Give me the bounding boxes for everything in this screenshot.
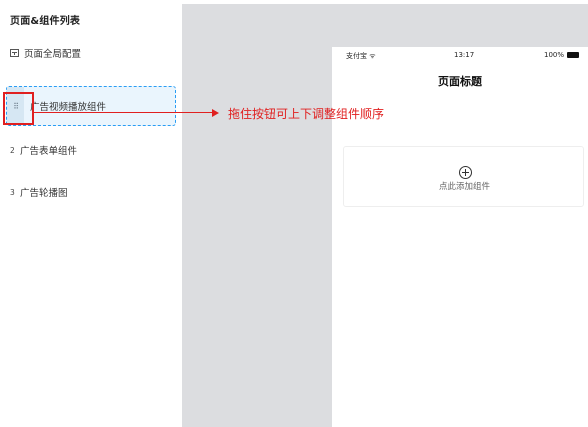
phone-preview: 支付宝 ᯤ 13:17 100% 页面标题 点此添加组件 bbox=[332, 47, 588, 427]
battery-icon bbox=[567, 52, 580, 58]
component-list-panel: 页面&组件列表 页面全局配置 ⠿ 广告视频播放组件 2 广告表单组件 3 广告轮… bbox=[0, 0, 182, 427]
list-item-number: 3 bbox=[10, 187, 15, 197]
global-config-item[interactable]: 页面全局配置 bbox=[10, 46, 81, 60]
drag-handle-icon[interactable]: ⠿ bbox=[7, 87, 24, 125]
add-component-label: 点此添加组件 bbox=[438, 182, 490, 192]
page-config-icon bbox=[10, 49, 19, 57]
list-item-label: 广告视频播放组件 bbox=[30, 102, 107, 113]
annotation-arrow-line bbox=[34, 112, 214, 113]
annotation-arrow-head bbox=[212, 109, 219, 117]
list-item-form-component[interactable]: 2 广告表单组件 bbox=[6, 130, 176, 170]
status-bar: 支付宝 ᯤ 13:17 100% bbox=[332, 51, 588, 63]
status-battery: 100% bbox=[544, 51, 580, 59]
page-title: 页面标题 bbox=[438, 75, 482, 88]
plus-circle-icon bbox=[459, 166, 472, 179]
list-item-label: 广告表单组件 bbox=[20, 146, 78, 157]
annotation-text: 拖住按钮可上下调整组件顺序 bbox=[228, 107, 385, 121]
global-config-label: 页面全局配置 bbox=[24, 49, 82, 60]
status-time: 13:17 bbox=[454, 51, 475, 59]
list-item-label: 广告轮播图 bbox=[20, 188, 68, 199]
add-component-button[interactable]: 点此添加组件 bbox=[343, 146, 584, 207]
list-item-carousel-component[interactable]: 3 广告轮播图 bbox=[6, 172, 176, 212]
list-item-video-component[interactable]: ⠿ 广告视频播放组件 bbox=[6, 86, 176, 126]
panel-title: 页面&组件列表 bbox=[10, 16, 81, 27]
list-item-number: 2 bbox=[10, 145, 15, 155]
status-carrier: 支付宝 ᯤ bbox=[346, 52, 376, 60]
